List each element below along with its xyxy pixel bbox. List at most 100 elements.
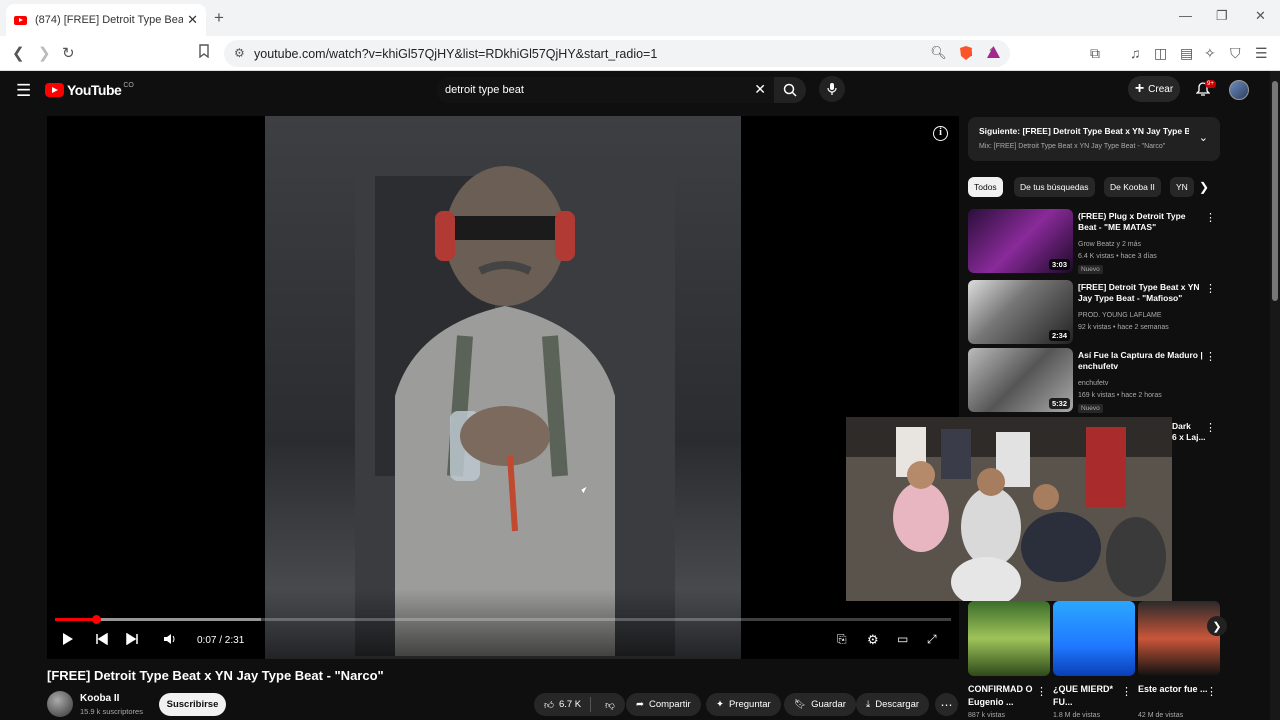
video-thumbnail[interactable]: 2:34 <box>968 280 1073 344</box>
rec-title[interactable]: Así Fue la Captura de Maduro | enchufetv <box>1078 350 1204 372</box>
leo-ai-icon[interactable]: ✧ <box>1204 45 1216 62</box>
rec-channel[interactable]: PROD. YOUNG LAFLAME <box>1078 312 1162 319</box>
extensions-icon[interactable]: ⧉ <box>1090 45 1100 62</box>
shorts-next-icon[interactable]: ❯ <box>1207 616 1227 636</box>
page-scrollbar[interactable] <box>1270 71 1280 720</box>
minimize-icon[interactable]: — <box>1179 8 1192 23</box>
chevron-down-icon[interactable]: ⌄ <box>1199 131 1208 144</box>
scrollbar-thumb[interactable] <box>1272 81 1278 301</box>
ask-button[interactable]: ✦ Preguntar <box>706 693 781 716</box>
browser-tab[interactable]: (874) [FREE] Detroit Type Beat x ✕ <box>6 4 206 36</box>
short-thumbnail[interactable] <box>1053 601 1135 676</box>
site-settings-icon[interactable]: ⚙ <box>234 46 245 60</box>
plus-icon: + <box>1134 80 1145 97</box>
volume-icon[interactable] <box>163 632 177 651</box>
like-count: 6.7 K <box>558 699 582 710</box>
channel-avatar[interactable] <box>47 691 73 717</box>
save-button[interactable]: 🔖︎ Guardar <box>784 693 856 716</box>
more-options-icon[interactable]: ⋮ <box>1205 282 1216 295</box>
subtitles-icon[interactable]: ⎘ <box>837 632 847 647</box>
search-input[interactable]: detroit type beat ✕ <box>436 77 774 103</box>
more-actions-icon[interactable]: ⋯ <box>935 693 958 716</box>
chip-de-kooba-ii[interactable]: De Kooba II <box>1104 177 1161 197</box>
short-title[interactable]: Este actor fue ... <box>1138 683 1208 696</box>
short-thumbnail[interactable] <box>1138 601 1220 676</box>
picture-in-picture-player[interactable] <box>846 417 1172 601</box>
back-icon[interactable]: ❮ <box>12 44 25 62</box>
short-views: 1.8 M de vistas <box>1053 712 1101 719</box>
close-tab-icon[interactable]: ✕ <box>187 12 198 28</box>
video-thumbnail[interactable]: 5:32 <box>968 348 1073 412</box>
info-icon[interactable]: i <box>933 126 948 141</box>
more-options-icon[interactable]: ⋮ <box>1036 685 1047 698</box>
theater-mode-icon[interactable]: ▭ <box>897 632 908 646</box>
short-title[interactable]: CONFIRMAD O Eugenio ... <box>968 683 1038 709</box>
url-bar[interactable]: ⚙ youtube.com/watch?v=khiGl57QjHY&list=R… <box>224 40 1010 67</box>
play-icon[interactable] <box>62 632 74 651</box>
reload-icon[interactable]: ↻ <box>62 44 75 62</box>
video-thumbnail[interactable]: 3:03 <box>968 209 1073 273</box>
forward-icon[interactable]: ❯ <box>38 44 51 62</box>
miniplayer-image <box>846 417 1172 601</box>
create-button[interactable]: + Crear <box>1128 76 1180 102</box>
rec-title[interactable]: [FREE] Detroit Type Beat x YN Jay Type B… <box>1078 282 1204 304</box>
channel-name[interactable]: Kooba II <box>80 693 119 704</box>
progress-bar[interactable] <box>55 615 951 624</box>
bookmark-icon[interactable] <box>198 44 210 62</box>
new-badge: Nuevo <box>1078 265 1103 274</box>
chip-de-tus-busquedas[interactable]: De tus búsquedas <box>1014 177 1095 197</box>
rec-meta: 169 k vistas • hace 2 horas <box>1078 392 1162 399</box>
sidebar-icon[interactable]: ◫ <box>1154 45 1167 62</box>
fullscreen-icon[interactable]: ⤢ <box>927 632 937 647</box>
up-next-subtitle: Mix: [FREE] Detroit Type Beat x YN Jay T… <box>979 143 1166 150</box>
settings-icon[interactable]: ⚙ <box>867 632 879 648</box>
zoom-icon[interactable]: 🔍︎ <box>930 45 947 61</box>
list-item[interactable]: 2:34 [FREE] Detroit Type Beat x YN Jay T… <box>968 280 1220 346</box>
account-avatar[interactable] <box>1229 80 1249 100</box>
search-button[interactable] <box>774 77 806 103</box>
rec-channel[interactable]: Grow Beatz y 2 más <box>1078 241 1141 248</box>
subscribe-button[interactable]: Suscribirse <box>159 693 226 716</box>
like-button[interactable]: 👍︎ 6.7 K <box>534 697 592 712</box>
chips-next-icon[interactable]: ❯ <box>1199 180 1209 194</box>
clear-search-icon[interactable]: ✕ <box>754 81 766 98</box>
video-player[interactable]: i 0:07 / 2:31 ⎘ ⚙ ▭ ⤢ <box>47 116 959 659</box>
rewards-icon[interactable] <box>986 45 1001 62</box>
rec-channel[interactable]: enchufetv <box>1078 380 1108 387</box>
new-badge: Nuevo <box>1078 404 1103 413</box>
voice-search-button[interactable] <box>819 76 845 102</box>
rec-title[interactable]: (FREE) Plug x Detroit Type Beat - "ME MA… <box>1078 211 1204 233</box>
vpn-icon[interactable]: ⛉ <box>1230 45 1241 62</box>
short-thumbnail[interactable] <box>968 601 1050 676</box>
youtube-favicon-icon <box>14 15 27 25</box>
guide-menu-icon[interactable]: ☰ <box>16 81 31 101</box>
more-options-icon[interactable]: ⋮ <box>1206 685 1217 698</box>
list-item[interactable]: 3:03 (FREE) Plug x Detroit Type Beat - "… <box>968 209 1220 275</box>
share-label: Compartir <box>648 699 691 710</box>
short-title[interactable]: ¿QUE MIERD* FU... <box>1053 683 1123 709</box>
next-icon[interactable] <box>126 632 138 650</box>
new-tab-icon[interactable]: + <box>214 8 224 28</box>
dislike-button[interactable]: 👎︎ <box>596 699 625 711</box>
share-button[interactable]: ➦ Compartir <box>626 693 701 716</box>
restore-icon[interactable]: ❐ <box>1216 8 1228 24</box>
up-next-panel[interactable]: Siguiente: [FREE] Detroit Type Beat x YN… <box>968 117 1220 161</box>
more-options-icon[interactable]: ⋮ <box>1205 211 1216 224</box>
previous-icon[interactable] <box>96 632 108 650</box>
close-window-icon[interactable]: ✕ <box>1255 8 1266 24</box>
chip-yn[interactable]: YN <box>1170 177 1194 197</box>
time-display: 0:07 / 2:31 <box>197 635 245 646</box>
list-item[interactable]: 5:32 Así Fue la Captura de Maduro | ench… <box>968 348 1220 414</box>
more-options-icon[interactable]: ⋮ <box>1205 421 1216 434</box>
shorts-shelf: CONFIRMAD O Eugenio ... 887 k vistas ⋮ ¿… <box>968 601 1220 720</box>
youtube-logo[interactable]: YouTube CO <box>45 82 134 98</box>
more-options-icon[interactable]: ⋮ <box>1121 685 1132 698</box>
brave-shield-icon[interactable] <box>958 45 974 64</box>
media-icon[interactable]: ♫ <box>1130 45 1141 61</box>
wallet-icon[interactable]: ▤ <box>1180 45 1193 62</box>
menu-icon[interactable]: ☰ <box>1255 45 1268 62</box>
chip-todos[interactable]: Todos <box>968 177 1003 197</box>
subscriber-count: 15.9 k suscriptores <box>80 707 143 716</box>
more-options-icon[interactable]: ⋮ <box>1205 350 1216 363</box>
download-button[interactable]: ⤓ Descargar <box>856 693 930 716</box>
